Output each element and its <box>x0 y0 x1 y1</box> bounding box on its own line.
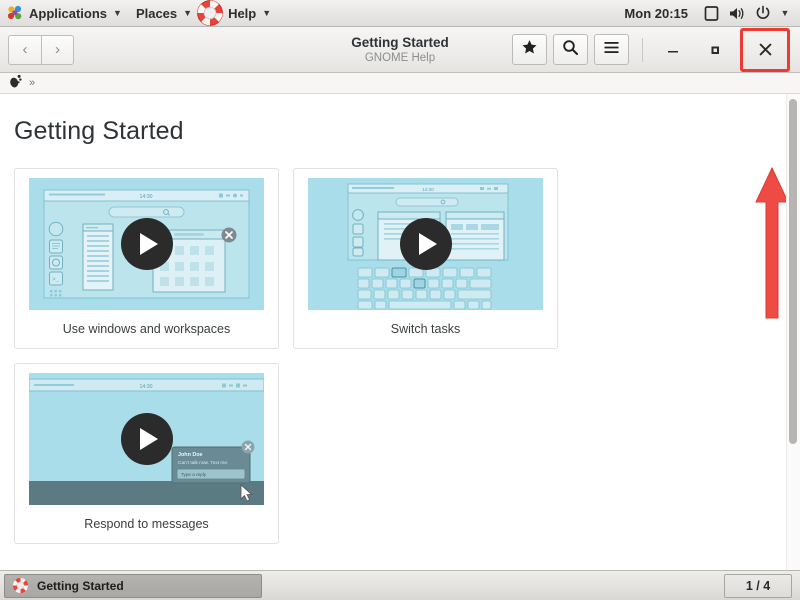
help-lifebuoy-icon <box>196 0 224 30</box>
svg-text:Can't talk now. Text me.: Can't talk now. Text me. <box>178 460 228 466</box>
window-headerbar: ‹ › Getting Started GNOME Help <box>0 27 800 73</box>
video-card-label: Respond to messages <box>84 517 209 531</box>
volume-icon[interactable] <box>724 0 750 27</box>
panel-status-area: Mon 20:15 ▼ <box>614 0 800 27</box>
help-lifebuoy-icon <box>12 577 29 594</box>
svg-text:Type a reply: Type a reply <box>181 472 207 477</box>
gnome-applications-icon <box>7 5 23 21</box>
content-scrollbar[interactable] <box>786 94 800 570</box>
panel-dropdown-icon[interactable]: ▼ <box>776 0 794 27</box>
chevron-down-icon: ▼ <box>113 8 122 18</box>
menu-applications-label: Applications <box>29 5 108 21</box>
scrollbar-thumb[interactable] <box>789 99 797 444</box>
bookmark-star-icon <box>521 39 538 61</box>
menu-button[interactable] <box>594 34 629 65</box>
video-card-use-windows[interactable]: 14:30 >_ Use windows and workspaces <box>14 168 279 349</box>
svg-text:John Doe: John Doe <box>178 452 203 458</box>
menu-help[interactable]: Help ▼ <box>196 0 278 30</box>
close-button-highlight <box>740 27 790 72</box>
bookmark-button[interactable] <box>512 34 547 65</box>
menu-help-label: Help <box>228 5 257 21</box>
panel-clock[interactable]: Mon 20:15 <box>614 6 698 21</box>
taskbar-window-button[interactable]: Getting Started <box>4 573 262 598</box>
video-card-respond-messages[interactable]: 14:30 John Doe Can't talk now. Text me. <box>14 363 279 544</box>
forward-button[interactable]: › <box>41 34 74 65</box>
help-window: ‹ › Getting Started GNOME Help » Getting… <box>0 27 800 570</box>
chevron-down-icon: ▼ <box>262 8 272 18</box>
headerbar-separator <box>642 37 643 62</box>
top-panel: Applications ▼ Places ▼ Help ▼ Mon 20:15… <box>0 0 800 27</box>
video-thumbnail: 14:30 <box>29 178 264 310</box>
menu-applications[interactable]: Applications ▼ <box>0 0 129 27</box>
close-button[interactable] <box>746 28 784 72</box>
minimize-icon <box>668 50 678 52</box>
play-button[interactable] <box>120 218 173 270</box>
svg-text:14:30: 14:30 <box>140 194 153 200</box>
minimize-button[interactable] <box>652 28 694 72</box>
video-card-grid: 14:30 >_ Use windows and workspaces 14:3… <box>0 146 570 544</box>
headerbar-right-group <box>506 27 792 72</box>
breadcrumb-separator: » <box>29 77 36 89</box>
gnome-foot-icon[interactable] <box>9 74 22 93</box>
taskbar: Getting Started 1 / 4 <box>0 570 800 600</box>
video-card-label: Switch tasks <box>390 322 461 336</box>
window-subtitle: GNOME Help <box>364 52 436 64</box>
menu-places-label: Places <box>135 5 178 21</box>
hamburger-menu-icon <box>603 40 620 60</box>
search-icon <box>562 39 579 61</box>
back-button[interactable]: ‹ <box>8 34 41 65</box>
power-icon[interactable] <box>750 0 776 27</box>
page-title: Getting Started <box>14 117 184 145</box>
chevron-down-icon: ▼ <box>183 8 193 18</box>
maximize-icon <box>711 46 719 54</box>
maximize-button[interactable] <box>694 28 736 72</box>
workspace-indicator[interactable]: 1 / 4 <box>724 573 792 598</box>
breadcrumb: » <box>0 73 800 94</box>
help-content-area: Getting Started 14:30 >_ Use windows and… <box>0 94 800 570</box>
close-icon <box>759 43 771 56</box>
navigation-buttons: ‹ › <box>8 34 74 65</box>
video-card-switch-tasks[interactable]: 14:30 Switch tasks <box>293 168 558 349</box>
menu-places[interactable]: Places ▼ <box>129 0 199 27</box>
window-title: Getting Started <box>351 35 449 50</box>
svg-text:14:30: 14:30 <box>422 187 434 192</box>
screen: Applications ▼ Places ▼ Help ▼ Mon 20:15… <box>0 0 800 600</box>
play-button[interactable] <box>120 413 173 465</box>
video-thumbnail: 14:30 John Doe Can't talk now. Text me. <box>29 373 264 505</box>
search-button[interactable] <box>553 34 588 65</box>
video-card-label: Use windows and workspaces <box>62 322 231 336</box>
svg-text:>_: >_ <box>52 276 60 283</box>
taskbar-window-label: Getting Started <box>37 578 124 593</box>
play-button[interactable] <box>399 218 452 270</box>
video-thumbnail: 14:30 <box>308 178 543 310</box>
display-icon[interactable] <box>698 0 724 27</box>
svg-text:14:30: 14:30 <box>140 384 153 390</box>
